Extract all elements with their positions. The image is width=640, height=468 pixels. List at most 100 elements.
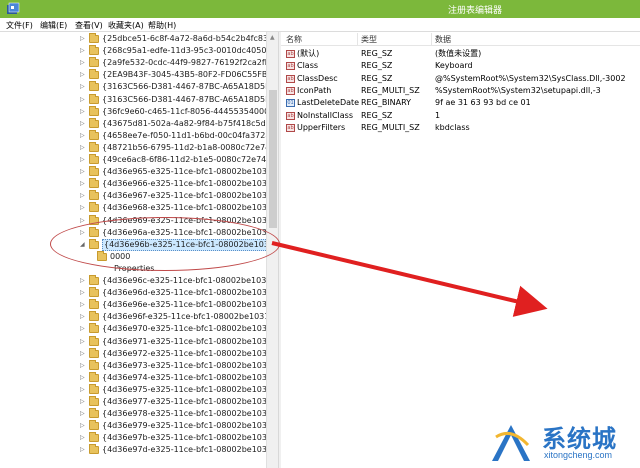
value-type: REG_BINARY bbox=[361, 98, 412, 108]
value-row[interactable]: ab UpperFilters REG_MULTI_SZ kbdclass bbox=[281, 122, 640, 134]
watermark-text: 系统城 bbox=[542, 425, 617, 453]
folder-icon bbox=[89, 323, 99, 334]
expand-icon[interactable]: ▷ bbox=[80, 396, 86, 408]
menu-view[interactable]: 查看(V) bbox=[75, 20, 103, 31]
tree-item-label: {4d36e975-e325-11ce-bfc1-08002be10318} bbox=[102, 384, 278, 394]
expand-icon[interactable]: ▷ bbox=[80, 348, 86, 360]
expand-icon[interactable]: ▷ bbox=[80, 432, 86, 444]
binary-value-icon: 01 bbox=[286, 99, 295, 108]
expand-icon[interactable]: ▷ bbox=[80, 275, 86, 287]
tree-item-label: {4d36e966-e325-11ce-bfc1-08002be10318} bbox=[102, 179, 278, 189]
folder-icon bbox=[89, 371, 99, 382]
scroll-thumb[interactable] bbox=[269, 90, 277, 228]
expand-icon[interactable]: ▷ bbox=[80, 323, 86, 335]
value-data: Keyboard bbox=[435, 61, 473, 71]
tree-item-label: {4d36e96c-e325-11ce-bfc1-08002be10318} bbox=[102, 276, 278, 285]
expand-icon[interactable]: ▷ bbox=[80, 336, 86, 348]
folder-icon bbox=[89, 275, 99, 285]
value-type: REG_SZ bbox=[361, 110, 393, 120]
expand-icon[interactable]: ▷ bbox=[80, 299, 86, 311]
expand-icon[interactable]: ▷ bbox=[80, 202, 86, 214]
tree-item-label: {4d36e979-e325-11ce-bfc1-08002be10318} bbox=[102, 421, 278, 431]
tree-item-label: {4d36e965-e325-11ce-bfc1-08002be10318} bbox=[102, 167, 278, 177]
tree-item-label: {36fc9e60-c465-11cf-8056-444553540000} bbox=[102, 106, 278, 116]
expand-icon[interactable]: ▷ bbox=[80, 360, 86, 372]
expand-icon[interactable]: ▷ bbox=[80, 118, 86, 130]
folder-icon bbox=[89, 166, 99, 177]
expand-icon[interactable]: ▷ bbox=[80, 311, 86, 323]
folder-icon bbox=[89, 311, 99, 322]
expand-icon[interactable]: ▷ bbox=[80, 45, 86, 57]
expand-icon[interactable]: ▷ bbox=[80, 420, 86, 432]
folder-icon bbox=[89, 69, 99, 80]
value-name: NoInstallClass bbox=[297, 110, 354, 120]
expand-icon[interactable]: ▷ bbox=[80, 287, 86, 299]
tree-item-label: {48721b56-6795-11d2-b1a8-0080c72e74a2} bbox=[102, 142, 278, 152]
folder-icon bbox=[89, 383, 99, 394]
value-name: IconPath bbox=[297, 85, 332, 95]
tree-item-label: {4d36e978-e325-11ce-bfc1-08002be10318} bbox=[102, 409, 278, 419]
menu-favorites[interactable]: 收藏夹(A) bbox=[108, 20, 144, 31]
tree-item-label: {4d36e977-e325-11ce-bfc1-08002be10318} bbox=[102, 397, 278, 406]
tree-item-label: {49ce6ac8-6f86-11d2-b1e5-0080c72e74a2} bbox=[102, 155, 278, 164]
scroll-up-icon[interactable]: ▲ bbox=[270, 34, 275, 41]
value-row[interactable]: ab Class REG_SZ Keyboard bbox=[281, 60, 640, 72]
watermark-url: xitongcheng.com bbox=[544, 450, 613, 460]
value-data: %SystemRoot%\System32\setupapi.dll,-3 bbox=[435, 85, 601, 95]
tree-item-label: {4d36e970-e325-11ce-bfc1-08002be10318} bbox=[102, 324, 278, 334]
expand-icon[interactable]: ▷ bbox=[80, 106, 86, 118]
expand-icon[interactable]: ▷ bbox=[80, 57, 86, 69]
column-divider[interactable] bbox=[357, 33, 358, 45]
folder-icon bbox=[89, 408, 99, 419]
expand-icon[interactable]: ▷ bbox=[80, 408, 86, 420]
folder-icon bbox=[89, 202, 99, 213]
tree-item-label: {3163C566-D381-4467-87BC-A65A18D5B649} bbox=[102, 94, 278, 104]
value-row[interactable]: ab NoInstallClass REG_SZ 1 bbox=[281, 110, 640, 122]
column-data-header[interactable]: 数据 bbox=[435, 34, 451, 45]
menu-help[interactable]: 帮助(H) bbox=[148, 20, 176, 31]
column-type-header[interactable]: 类型 bbox=[361, 34, 377, 45]
folder-icon bbox=[89, 347, 99, 358]
column-name-header[interactable]: 名称 bbox=[286, 34, 302, 45]
value-row[interactable]: ab IconPath REG_MULTI_SZ %SystemRoot%\Syste… bbox=[281, 85, 640, 97]
column-divider[interactable] bbox=[431, 33, 432, 45]
folder-icon bbox=[89, 287, 99, 298]
expand-icon[interactable]: ▷ bbox=[80, 384, 86, 396]
expand-icon[interactable]: ▷ bbox=[80, 69, 86, 81]
expand-icon[interactable]: ▷ bbox=[80, 372, 86, 384]
value-row[interactable]: ab ClassDesc REG_SZ @%SystemRoot%\System32\… bbox=[281, 73, 640, 85]
folder-icon bbox=[89, 117, 99, 128]
expand-icon[interactable]: ▷ bbox=[80, 142, 86, 154]
folder-icon bbox=[89, 444, 99, 455]
expand-icon[interactable]: ▷ bbox=[80, 190, 86, 202]
menu-edit[interactable]: 编辑(E) bbox=[40, 20, 67, 31]
expand-icon[interactable]: ▷ bbox=[80, 81, 86, 93]
tree-item-label: {4658ee7e-f050-11d1-b6bd-00c04fa372a7} bbox=[102, 130, 278, 140]
folder-icon bbox=[89, 57, 99, 68]
expand-icon[interactable]: ▷ bbox=[80, 130, 86, 142]
folder-icon bbox=[89, 178, 99, 189]
tree-item-label: {4d36e96d-e325-11ce-bfc1-08002be10318} bbox=[102, 288, 278, 298]
menu-file[interactable]: 文件(F) bbox=[6, 20, 33, 31]
value-name: ClassDesc bbox=[297, 73, 338, 83]
folder-icon bbox=[89, 81, 99, 92]
folder-icon bbox=[89, 154, 99, 164]
expand-icon[interactable]: ▷ bbox=[80, 154, 86, 166]
folder-icon bbox=[89, 33, 99, 43]
string-value-icon: ab bbox=[286, 111, 295, 120]
value-type: REG_SZ bbox=[361, 61, 393, 71]
value-type: REG_SZ bbox=[361, 73, 393, 83]
expand-icon[interactable]: ▷ bbox=[80, 33, 86, 45]
value-type: REG_MULTI_SZ bbox=[361, 85, 420, 95]
tree-item-label: {2a9fe532-0cdc-44f9-9827-76192f2ca2fb} bbox=[102, 58, 275, 68]
expand-icon[interactable]: ▷ bbox=[80, 178, 86, 190]
watermark-logo-icon bbox=[492, 425, 530, 461]
expand-icon[interactable]: ▷ bbox=[80, 166, 86, 178]
tree-item-label: {268c95a1-edfe-11d3-95c3-0010dc4050a5} bbox=[102, 46, 278, 56]
expand-icon[interactable]: ▷ bbox=[80, 444, 86, 456]
window-title: 注册表编辑器 bbox=[447, 6, 502, 16]
tree-item-label: {4d36e968-e325-11ce-bfc1-08002be10318} bbox=[102, 203, 278, 213]
value-row[interactable]: 01 LastDeleteDate REG_BINARY 9f ae 31 63 93… bbox=[281, 97, 640, 109]
expand-icon[interactable]: ▷ bbox=[80, 94, 86, 106]
value-row[interactable]: ab (默认) REG_SZ (数值未设置) bbox=[281, 48, 640, 60]
